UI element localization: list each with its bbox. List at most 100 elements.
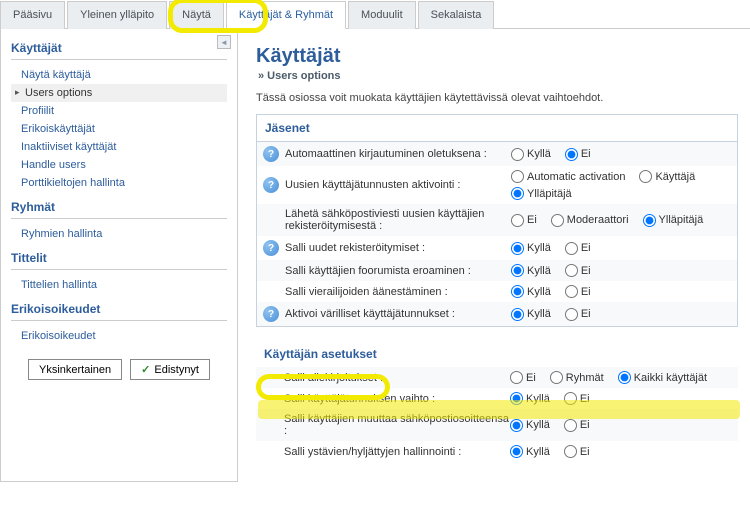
option[interactable]: Automatic activation [511,170,625,183]
option-radio[interactable] [510,445,523,458]
option-label: Ei [580,446,590,458]
help-icon[interactable]: ? [263,177,279,193]
tab-3[interactable]: Käyttäjät & Ryhmät [226,1,346,29]
option[interactable]: Ei [511,214,537,227]
option[interactable]: Ei [564,445,590,458]
sidebar-item[interactable]: Tittelien hallinta [11,276,227,294]
option-radio[interactable] [565,308,578,321]
simple-label: Yksinkertainen [39,364,111,376]
setting-row: Salli ystävien/hyljättyjen hallinnointi … [256,441,738,462]
option[interactable]: Moderaattori [551,214,629,227]
option-label: Automatic activation [527,171,625,183]
help-icon[interactable]: ? [263,146,279,162]
tab-4[interactable]: Moduulit [348,1,416,29]
sidebar-item[interactable]: Profiilit [11,102,227,120]
option-label: Ei [581,308,591,320]
setting-row: Salli käyttäjien muuttaa sähköpostiosoit… [256,409,738,441]
option-radio[interactable] [564,392,577,405]
option-radio[interactable] [511,187,524,200]
option-radio[interactable] [511,308,524,321]
setting-row: Salli vierailijoiden äänestäminen : Kyllä… [257,281,737,302]
option[interactable]: Ei [564,419,590,432]
option-radio[interactable] [511,285,524,298]
option[interactable]: Ei [510,371,536,384]
option-label: Ei [580,419,590,431]
setting-row: ? Salli uudet rekisteröitymiset : Kyllä Ei [257,236,737,260]
page-description: Tässä osiossa voit muokata käyttäjien kä… [256,92,738,104]
sidebar-item[interactable]: Handle users [11,156,227,174]
sidebar-item[interactable]: Porttikieltojen hallinta [11,174,227,192]
option-radio[interactable] [550,371,563,384]
option-radio[interactable] [564,419,577,432]
option-radio[interactable] [510,392,523,405]
sidebar-item[interactable]: Erikoisoikeudet [11,327,227,345]
option[interactable]: Ei [565,242,591,255]
option-radio[interactable] [643,214,656,227]
setting-label: Salli vierailijoiden äänestäminen : [285,286,448,298]
setting-label: Aktivoi värilliset käyttäjätunnukset : [285,308,455,320]
sidebar-item[interactable]: Erikoiskäyttäjät [11,120,227,138]
simple-mode-button[interactable]: Yksinkertainen [28,359,122,380]
option-radio[interactable] [511,148,524,161]
option[interactable]: Ei [565,264,591,277]
option[interactable]: Ei [565,308,591,321]
collapse-icon[interactable]: ◄ [217,35,231,49]
option[interactable]: Ylläpitäjä [511,187,572,200]
setting-label: Salli uudet rekisteröitymiset : [285,242,425,254]
sidebar-item[interactable]: Inaktiiviset käyttäjät [11,138,227,156]
tab-1[interactable]: Yleinen ylläpito [67,1,167,29]
option[interactable]: Kyllä [511,264,551,277]
option[interactable]: Ei [564,392,590,405]
option[interactable]: Kyllä [511,308,551,321]
option-radio[interactable] [510,371,523,384]
option[interactable]: Ei [565,285,591,298]
option-label: Kaikki käyttäjät [634,372,707,384]
option-radio[interactable] [565,285,578,298]
option[interactable]: Kyllä [511,242,551,255]
panel-members: Jäsenet?Automaattinen kirjautuminen olet… [256,114,738,327]
option[interactable]: Kyllä [510,445,550,458]
panel-title: Jäsenet [257,115,737,142]
option-radio[interactable] [511,214,524,227]
option[interactable]: Ei [565,148,591,161]
tab-5[interactable]: Sekalaista [418,1,495,29]
check-icon: ✓ [141,363,150,376]
option-radio[interactable] [565,242,578,255]
option-radio[interactable] [565,264,578,277]
option[interactable]: Kyllä [510,419,550,432]
option[interactable]: Kyllä [510,392,550,405]
option[interactable]: Käyttäjä [639,170,695,183]
option-radio[interactable] [564,445,577,458]
help-icon[interactable]: ? [263,240,279,256]
sidebar-item[interactable]: Ryhmien hallinta [11,225,227,243]
sidebar-item[interactable]: Näytä käyttäjä [11,66,227,84]
advanced-mode-button[interactable]: ✓Edistynyt [130,359,210,380]
option-label: Kyllä [526,446,550,458]
panel-title: Käyttäjän asetukset [256,341,738,367]
option-radio[interactable] [510,419,523,432]
option[interactable]: Ylläpitäjä [643,214,704,227]
option-radio[interactable] [511,264,524,277]
option-label: Moderaattori [567,214,629,226]
tab-0[interactable]: Pääsivu [0,1,65,29]
option-label: Ei [527,214,537,226]
option[interactable]: Kyllä [511,148,551,161]
main-content: Käyttäjät » Users options Tässä osiossa … [238,29,750,482]
option-radio[interactable] [511,170,524,183]
option[interactable]: Ryhmät [550,371,604,384]
help-icon[interactable]: ? [263,306,279,322]
setting-label: Salli ystävien/hyljättyjen hallinnointi … [284,446,461,458]
option-radio[interactable] [618,371,631,384]
sidebar-item[interactable]: Users options [11,84,227,102]
setting-label: Salli allekirjoitukset : [284,372,383,384]
setting-row: ?Uusien käyttäjätunnusten aktivointi :Au… [257,166,737,204]
option-label: Ei [581,286,591,298]
option-radio[interactable] [511,242,524,255]
option[interactable]: Kyllä [511,285,551,298]
option-radio[interactable] [551,214,564,227]
option[interactable]: Kaikki käyttäjät [618,371,707,384]
option-radio[interactable] [565,148,578,161]
option-radio[interactable] [639,170,652,183]
option-label: Ei [580,393,590,405]
tab-2[interactable]: Näytä [169,1,224,29]
